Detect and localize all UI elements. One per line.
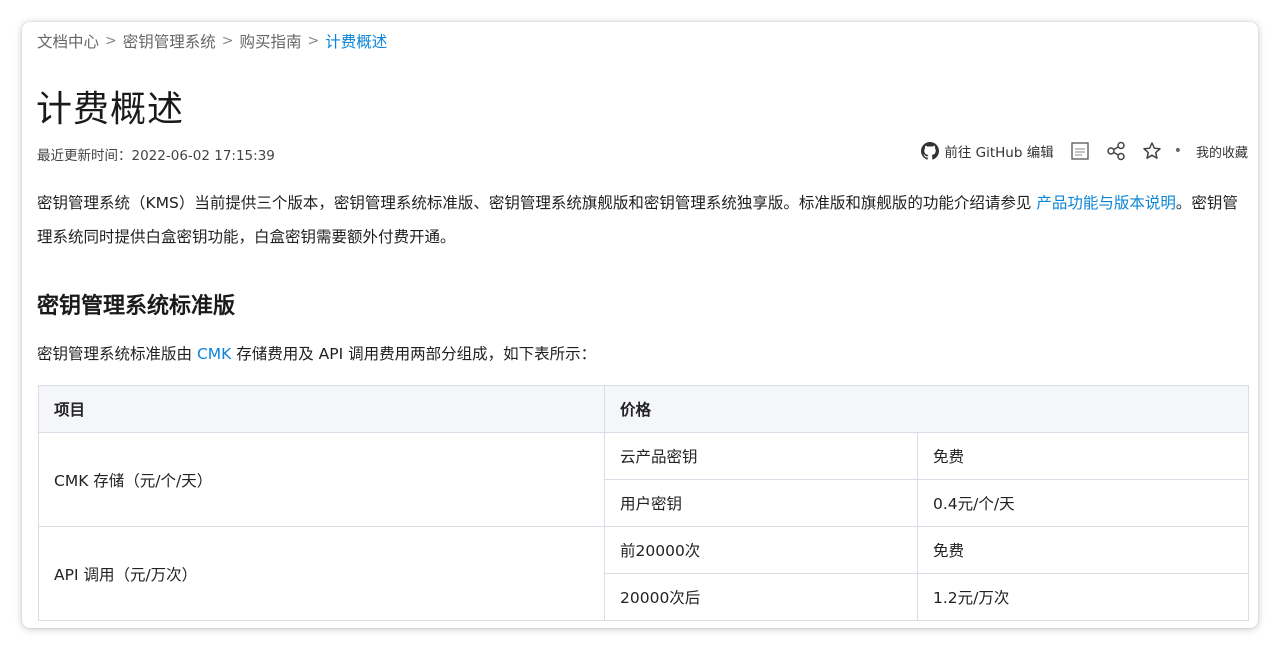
star-button[interactable] (1142, 141, 1162, 161)
breadcrumb: 文档中心 > 密钥管理系统 > 购买指南 > 计费概述 (37, 30, 387, 52)
section-description: 密钥管理系统标准版由 CMK 存储费用及 API 调用费用两部分组成，如下表所示… (37, 342, 596, 364)
row-price-cell: 免费 (917, 432, 1249, 480)
share-icon (1106, 141, 1125, 161)
star-icon (1142, 142, 1161, 159)
table-row: API 调用（元/万次） 前20000次 免费 (38, 526, 1249, 621)
github-edit-link[interactable]: 前往 GitHub 编辑 (921, 141, 1054, 161)
breadcrumb-separator: > (307, 33, 320, 49)
row-sub-cell: 用户密钥 (604, 479, 918, 527)
breadcrumb-item-purchase-guide[interactable]: 购买指南 (240, 30, 302, 52)
row-price-cell: 免费 (917, 526, 1249, 574)
row-item-cell: CMK 存储（元/个/天） (38, 432, 605, 527)
github-edit-label: 前往 GitHub 编辑 (944, 145, 1054, 161)
toolbar-dot: • (1173, 143, 1182, 159)
intro-text: 密钥管理系统（KMS）当前提供三个版本，密钥管理系统标准版、密钥管理系统旗舰版和… (37, 194, 1037, 212)
pricing-table: 项目 价格 CMK 存储（元/个/天） 云产品密钥 免费 用户密钥 0.4元/个… (38, 385, 1249, 621)
pdf-button[interactable] (1070, 141, 1090, 161)
header-price: 价格 (604, 385, 1249, 433)
page-title: 计费概述 (36, 89, 185, 130)
share-button[interactable] (1106, 141, 1126, 161)
github-icon (921, 142, 940, 160)
table-row: CMK 存储（元/个/天） 云产品密钥 免费 (38, 432, 1249, 527)
pdf-icon (1071, 142, 1089, 160)
my-favorites-link[interactable]: 我的收藏 (1196, 142, 1248, 161)
row-item-cell: API 调用（元/万次） (38, 526, 605, 621)
desc-text-end: 存储费用及 API 调用费用两部分组成，如下表所示： (231, 345, 597, 363)
breadcrumb-current: 计费概述 (325, 33, 388, 51)
breadcrumb-item-kms[interactable]: 密钥管理系统 (123, 30, 216, 52)
breadcrumb-item-doc-center[interactable]: 文档中心 (37, 30, 99, 52)
row-sub-cell: 云产品密钥 (604, 432, 918, 480)
row-sub-cell: 前20000次 (604, 526, 918, 574)
row-price-cell: 0.4元/个/天 (917, 479, 1249, 527)
breadcrumb-separator: > (221, 33, 234, 49)
header-item: 项目 (38, 385, 605, 433)
desc-text: 密钥管理系统标准版由 (37, 345, 197, 363)
doc-card: 文档中心 > 密钥管理系统 > 购买指南 > 计费概述 计费概述 最近更新时间：… (22, 22, 1258, 628)
row-sub-cell: 20000次后 (604, 573, 918, 621)
table-header-row: 项目 价格 (38, 385, 1249, 433)
product-features-link[interactable]: 产品功能与版本说明 (1036, 194, 1176, 212)
section-heading: 密钥管理系统标准版 (37, 294, 236, 319)
cmk-link[interactable]: CMK (197, 345, 231, 363)
breadcrumb-separator: > (105, 33, 117, 49)
toolbar: 前往 GitHub 编辑 • 我的收藏 (921, 141, 1248, 161)
intro-paragraph: 密钥管理系统（KMS）当前提供三个版本，密钥管理系统标准版、密钥管理系统旗舰版和… (37, 186, 1247, 254)
row-price-cell: 1.2元/万次 (917, 573, 1249, 621)
last-updated: 最近更新时间：2022-06-02 17:15:39 (37, 148, 275, 164)
